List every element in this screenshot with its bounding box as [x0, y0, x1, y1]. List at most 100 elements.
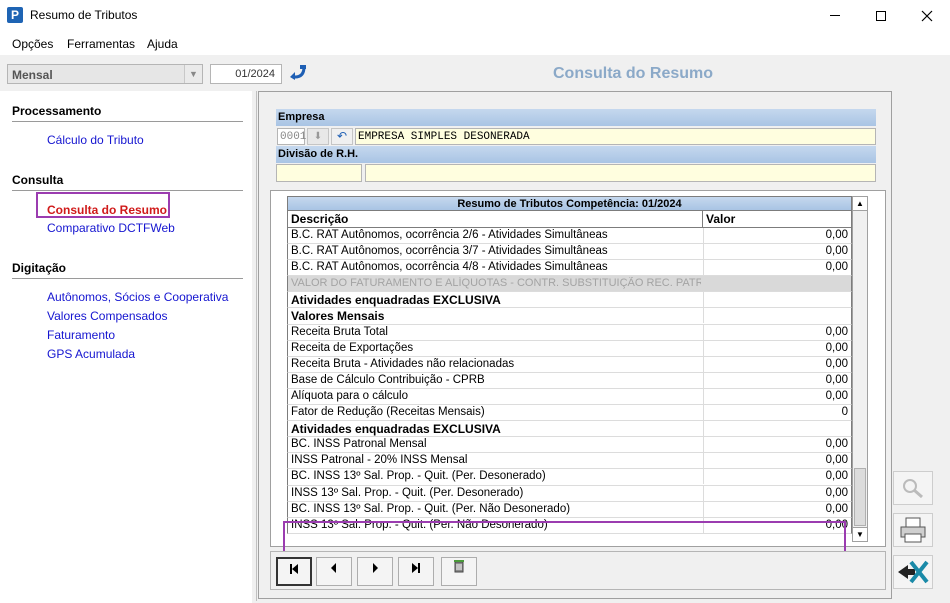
row-description: Atividades enquadradas EXCLUSIVA: [291, 422, 501, 437]
menu-bar: Opções Ferramentas Ajuda: [0, 31, 950, 55]
search-icon: [903, 479, 923, 499]
content-frame: Empresa 0001 ⬇ ↶ EMPRESA SIMPLES DESONER…: [258, 91, 892, 599]
sidebar-divider: [12, 278, 243, 279]
table-section-row[interactable]: Valores Mensais: [287, 308, 852, 325]
sidebar-section-processamento: Processamento: [12, 104, 102, 118]
row-description: Atividades enquadradas EXCLUSIVA: [291, 293, 501, 308]
toolbar: Mensal ▼ 01/2024 Consulta do Resumo: [0, 55, 950, 91]
empresa-panel: Empresa 0001 ⬇ ↶ EMPRESA SIMPLES DESONER…: [276, 109, 876, 183]
sidebar-item-calculo-tributo[interactable]: Cálculo do Tributo: [47, 133, 144, 147]
exit-icon: [898, 560, 929, 584]
menu-ferramentas[interactable]: Ferramentas: [67, 37, 135, 51]
empresa-code-input[interactable]: 0001: [277, 128, 306, 145]
sidebar-item-gps-acumulada[interactable]: GPS Acumulada: [47, 347, 135, 361]
sidebar-item-comparativo-dctfweb[interactable]: Comparativo DCTFWeb: [47, 221, 175, 235]
vertical-scrollbar[interactable]: ▲ ▼: [852, 196, 868, 542]
table-row[interactable]: Receita de Exportações 0,00: [287, 340, 852, 357]
printer-icon: [900, 517, 926, 543]
empresa-undo-button[interactable]: ↶: [331, 128, 353, 145]
row-description: Alíquota para o cálculo: [291, 389, 408, 402]
row-value: [703, 421, 851, 437]
table-row[interactable]: INSS Patronal - 20% INSS Mensal 0,00: [287, 453, 852, 470]
table-row[interactable]: Alíquota para o cálculo 0,00: [287, 388, 852, 406]
search-button[interactable]: [893, 471, 933, 505]
menu-opcoes[interactable]: Opções: [12, 37, 53, 51]
close-button[interactable]: [904, 0, 950, 31]
row-description: INSS 13º Sal. Prop. - Quit. (Per. Desone…: [291, 486, 524, 499]
first-icon: [290, 564, 298, 574]
table-row[interactable]: Fator de Redução (Receitas Mensais) 0: [287, 405, 852, 422]
next-icon: [373, 563, 378, 573]
refresh-button[interactable]: [287, 64, 309, 84]
scroll-down-icon[interactable]: ▼: [853, 527, 867, 541]
column-header-descricao[interactable]: Descrição: [288, 211, 703, 227]
divisao-code-input[interactable]: [276, 164, 362, 182]
minimize-button[interactable]: [812, 0, 858, 31]
row-description: Valores Mensais: [291, 309, 385, 324]
lookup-button[interactable]: ⬇: [307, 128, 329, 145]
row-description: VALOR DO FATURAMENTO E ALÍQUOTAS - CONTR…: [291, 277, 701, 290]
record-navigator: [270, 551, 886, 590]
row-description: BC. INSS 13º Sal. Prop. - Quit. (Per. De…: [291, 470, 546, 483]
row-value: 0,00: [703, 453, 851, 469]
sidebar-section-digitacao: Digitação: [12, 261, 67, 275]
row-value: 0,00: [703, 469, 851, 485]
row-description: B.C. RAT Autônomos, ocorrência 4/8 - Ati…: [291, 261, 608, 274]
row-value: 0,00: [703, 228, 851, 243]
chevron-down-icon[interactable]: ▼: [184, 65, 202, 83]
column-header-valor[interactable]: Valor: [703, 211, 851, 227]
table-row[interactable]: B.C. RAT Autônomos, ocorrência 3/7 - Ati…: [287, 244, 852, 261]
next-record-button[interactable]: [357, 557, 393, 586]
row-value: 0,00: [703, 260, 851, 276]
table-row[interactable]: VALOR DO FATURAMENTO E ALÍQUOTAS - CONTR…: [287, 276, 852, 293]
divisao-label: Divisão de R.H.: [276, 146, 876, 163]
table-row[interactable]: BC. INSS 13º Sal. Prop. - Quit. (Per. Nã…: [287, 501, 852, 518]
last-record-button[interactable]: [398, 557, 434, 586]
table-row[interactable]: Receita Bruta Total 0,00: [287, 324, 852, 341]
scroll-thumb[interactable]: [854, 468, 866, 526]
previous-icon: [331, 563, 336, 573]
table-row[interactable]: Receita Bruta - Atividades não relaciona…: [287, 356, 852, 373]
table-row[interactable]: B.C. RAT Autônomos, ocorrência 4/8 - Ati…: [287, 260, 852, 277]
sidebar-divider: [12, 121, 243, 122]
previous-record-button[interactable]: [316, 557, 352, 586]
sidebar-item-valores-compensados[interactable]: Valores Compensados: [47, 309, 168, 323]
first-record-button[interactable]: [276, 557, 312, 586]
table-section-row[interactable]: Atividades enquadradas EXCLUSIVA: [287, 421, 852, 438]
resumo-grid[interactable]: Resumo de Tributos Competência: 01/2024 …: [287, 196, 870, 542]
last-icon: [412, 563, 420, 573]
exit-button[interactable]: [893, 555, 933, 589]
table-row[interactable]: B.C. RAT Autônomos, ocorrência 2/6 - Ati…: [287, 228, 852, 245]
row-value: [703, 276, 851, 291]
table-row[interactable]: BC. INSS Patronal Mensal 0,00: [287, 437, 852, 454]
competencia-input[interactable]: 01/2024: [210, 64, 282, 84]
table-row[interactable]: BC. INSS 13º Sal. Prop. - Quit. (Per. De…: [287, 469, 852, 486]
row-description: B.C. RAT Autônomos, ocorrência 2/6 - Ati…: [291, 229, 608, 241]
row-value: 0: [703, 405, 851, 421]
table-row[interactable]: INSS 13º Sal. Prop. - Quit. (Per. Desone…: [287, 485, 852, 502]
table-section-row[interactable]: Atividades enquadradas EXCLUSIVA: [287, 292, 852, 309]
undo-icon: ↶: [336, 129, 348, 143]
main-panel: Empresa 0001 ⬇ ↶ EMPRESA SIMPLES DESONER…: [256, 91, 950, 601]
delete-record-button[interactable]: [441, 557, 477, 586]
row-description: INSS Patronal - 20% INSS Mensal: [291, 454, 468, 467]
empresa-label: Empresa: [276, 109, 876, 126]
row-description: Receita Bruta Total: [291, 325, 388, 338]
grid-title: Resumo de Tributos Competência: 01/2024: [287, 196, 852, 211]
scroll-up-icon[interactable]: ▲: [853, 197, 867, 211]
print-button[interactable]: [893, 513, 933, 547]
maximize-button[interactable]: [858, 0, 904, 31]
period-select[interactable]: Mensal ▼: [7, 64, 203, 84]
sidebar-item-autonomos[interactable]: Autônomos, Sócios e Cooperativa: [47, 290, 228, 304]
table-row[interactable]: Base de Cálculo Contribuição - CPRB 0,00: [287, 372, 852, 389]
row-description: BC. INSS 13º Sal. Prop. - Quit. (Per. Nã…: [291, 502, 571, 515]
window-title: Resumo de Tributos: [30, 8, 138, 22]
sidebar-item-faturamento[interactable]: Faturamento: [47, 328, 115, 342]
divisao-name-field: [365, 164, 876, 182]
menu-ajuda[interactable]: Ajuda: [147, 37, 178, 51]
app-icon: P: [7, 7, 23, 23]
sidebar-divider: [12, 190, 243, 191]
row-description: Base de Cálculo Contribuição - CPRB: [291, 373, 485, 386]
row-value: 0,00: [703, 388, 851, 404]
row-description: B.C. RAT Autônomos, ocorrência 3/7 - Ati…: [291, 245, 608, 258]
